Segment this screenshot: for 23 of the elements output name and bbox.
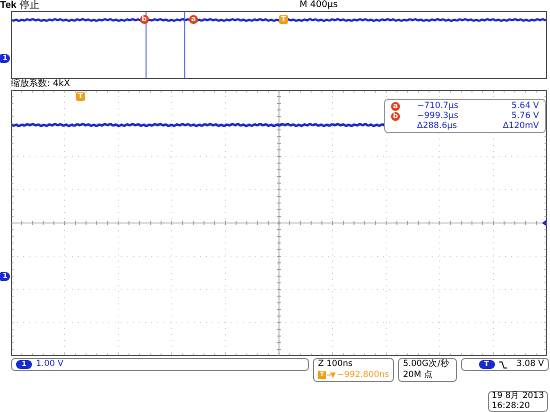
falling-edge-icon xyxy=(498,360,507,368)
brand-label: Tek xyxy=(0,0,16,11)
level-marker-icon xyxy=(542,220,546,226)
cursor-line xyxy=(184,12,186,78)
cursor-line xyxy=(146,12,147,78)
delta-time: Δ288.6µs xyxy=(416,121,458,131)
date-label: 19 8月 2013 xyxy=(492,392,544,402)
channel-scale: 1.00 V xyxy=(36,359,64,370)
zoom-factor-label: 缩放系数: 4kX xyxy=(10,79,71,90)
delta-voltage: Δ120mV xyxy=(502,121,539,131)
arrow-icon xyxy=(327,372,336,378)
record-length: 20M 点 xyxy=(403,370,433,380)
trigger-level: 3.08 V xyxy=(516,359,544,370)
zoom-scale: Z 100ns xyxy=(318,359,353,370)
trigger-position: −992.800ns xyxy=(337,370,390,380)
time-label: 16:28:20 xyxy=(492,402,531,411)
cursor-time: −999.3µs xyxy=(416,111,460,121)
cursor-voltage: 5.76 V xyxy=(510,111,539,121)
cursor-voltage: 5.64 V xyxy=(510,101,539,111)
timebase-label: M 400µs xyxy=(300,0,338,11)
cursor-time: −710.7µs xyxy=(416,101,460,111)
acquisition-state: 停止 xyxy=(20,0,40,11)
sample-rate: 5.00G次/秒 xyxy=(403,359,450,370)
